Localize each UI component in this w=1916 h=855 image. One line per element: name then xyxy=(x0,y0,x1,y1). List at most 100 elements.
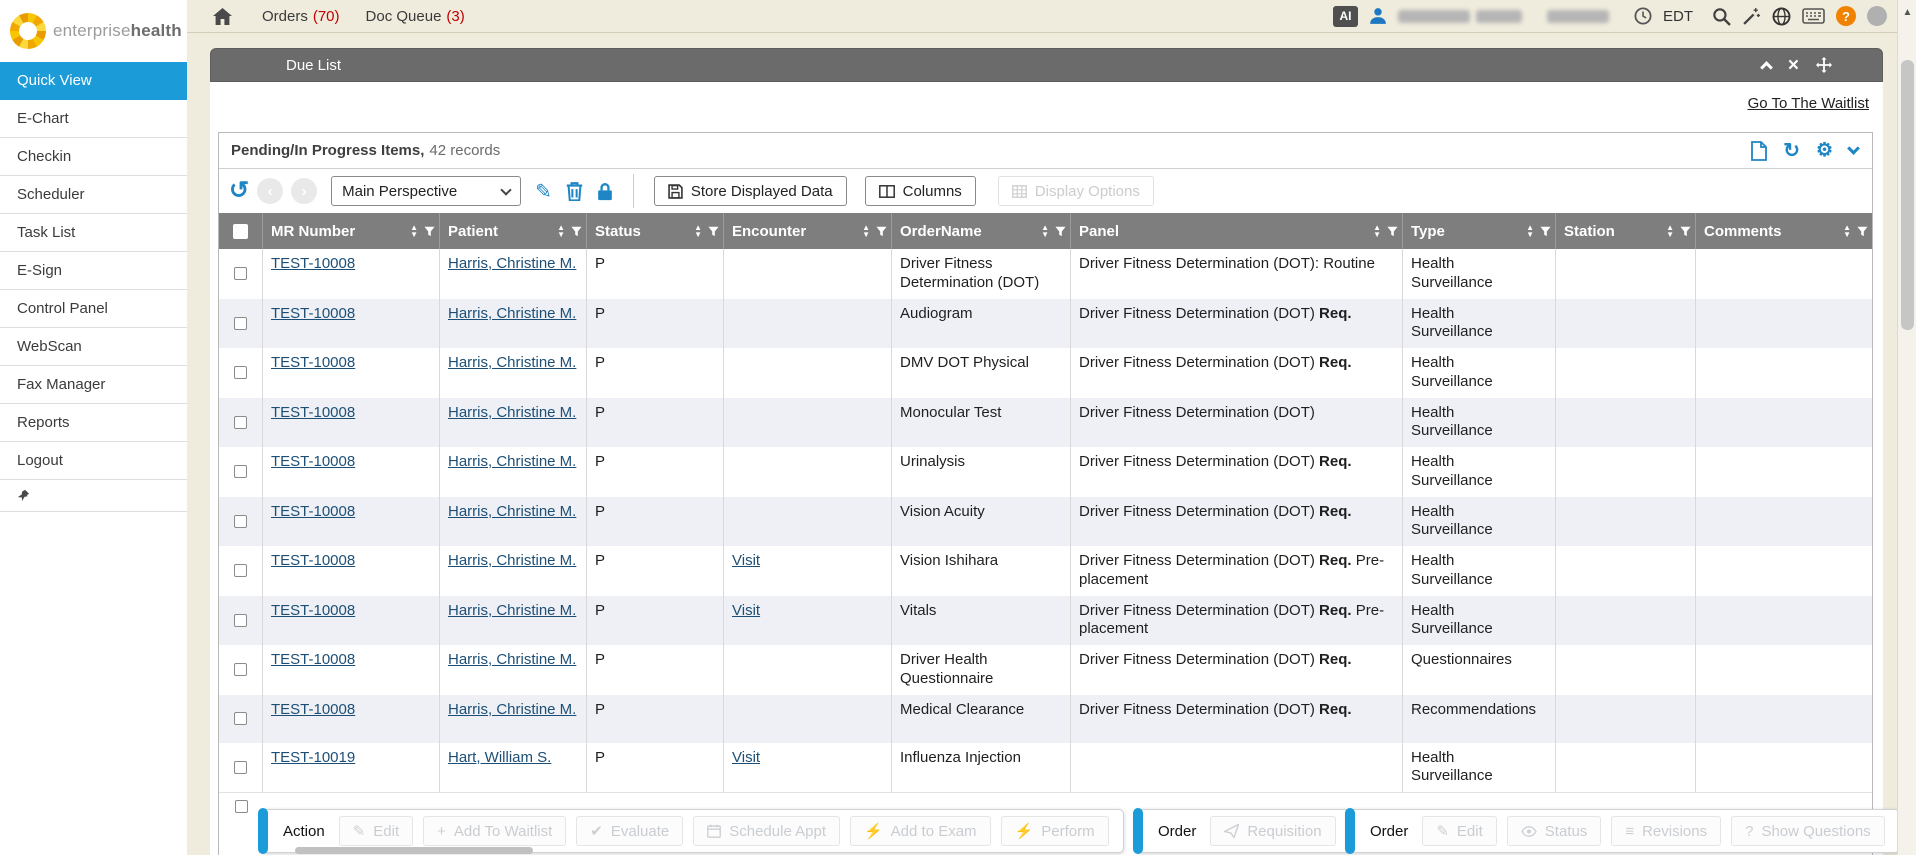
mr-number-link[interactable]: TEST-10008 xyxy=(271,552,355,569)
schedule-appt-button[interactable]: Schedule Appt xyxy=(693,816,840,846)
clock-icon[interactable] xyxy=(1634,7,1652,25)
undo-icon[interactable]: ↺ xyxy=(229,179,249,203)
status-button[interactable]: Status xyxy=(1507,816,1602,846)
patient-link[interactable]: Harris, Christine M. xyxy=(448,255,576,272)
mr-number-link[interactable]: TEST-10008 xyxy=(271,255,355,272)
filter-icon[interactable] xyxy=(708,226,719,237)
close-panel-icon[interactable]: × xyxy=(1788,56,1799,75)
filter-icon[interactable] xyxy=(424,226,435,237)
export-document-icon[interactable] xyxy=(1751,141,1767,161)
pin-icon[interactable] xyxy=(17,489,30,502)
sidebar-item-task-list[interactable]: Task List xyxy=(0,214,187,252)
mr-number-link[interactable]: TEST-10008 xyxy=(271,602,355,619)
filter-icon[interactable] xyxy=(876,226,887,237)
sidebar-item-reports[interactable]: Reports xyxy=(0,404,187,442)
sort-icon[interactable]: ▲▼ xyxy=(1526,224,1534,238)
add-to-exam-button[interactable]: ⚡Add to Exam xyxy=(850,816,991,846)
sort-icon[interactable]: ▲▼ xyxy=(410,224,418,238)
edit-button[interactable]: ✎Edit xyxy=(339,816,413,846)
patient-link[interactable]: Harris, Christine M. xyxy=(448,651,576,668)
keyboard-icon[interactable] xyxy=(1802,8,1825,24)
sort-icon[interactable]: ▲▼ xyxy=(1041,224,1049,238)
show-questions-button[interactable]: ?Show Questions xyxy=(1731,816,1885,846)
perspective-select[interactable]: Main Perspective xyxy=(331,176,521,206)
lock-perspective-icon[interactable] xyxy=(597,182,613,201)
sidebar-item-scheduler[interactable]: Scheduler xyxy=(0,176,187,214)
visit-link[interactable]: Visit xyxy=(732,602,760,619)
display-options-button[interactable]: Display Options xyxy=(998,176,1154,206)
mr-number-link[interactable]: TEST-10008 xyxy=(271,305,355,322)
avatar[interactable] xyxy=(1867,6,1887,26)
history-back-button[interactable]: ‹ xyxy=(257,178,283,204)
column-header-patient[interactable]: Patient▲▼ xyxy=(440,213,587,249)
row-checkbox[interactable] xyxy=(234,564,247,577)
sort-icon[interactable]: ▲▼ xyxy=(1666,224,1674,238)
mr-number-link[interactable]: TEST-10008 xyxy=(271,701,355,718)
patient-link[interactable]: Hart, William S. xyxy=(448,749,551,766)
refresh-icon[interactable]: ↻ xyxy=(1783,138,1800,163)
globe-icon[interactable] xyxy=(1772,7,1791,26)
row-checkbox[interactable] xyxy=(234,317,247,330)
mr-number-link[interactable]: TEST-10008 xyxy=(271,354,355,371)
patient-link[interactable]: Harris, Christine M. xyxy=(448,354,576,371)
filter-icon[interactable] xyxy=(1055,226,1066,237)
sort-icon[interactable]: ▲▼ xyxy=(1843,224,1851,238)
store-displayed-data-button[interactable]: Store Displayed Data xyxy=(654,176,847,206)
column-header-encounter[interactable]: Encounter▲▼ xyxy=(724,213,892,249)
nav-item-doc-queue[interactable]: Doc Queue(3) xyxy=(366,8,465,25)
settings-gear-icon[interactable]: ⚙ xyxy=(1816,139,1833,162)
patient-link[interactable]: Harris, Christine M. xyxy=(448,305,576,322)
filter-icon[interactable] xyxy=(571,226,582,237)
row-checkbox[interactable] xyxy=(234,267,247,280)
revisions-button[interactable]: ≡Revisions xyxy=(1611,816,1721,846)
home-icon[interactable] xyxy=(213,8,232,25)
patient-link[interactable]: Harris, Christine M. xyxy=(448,404,576,421)
visit-link[interactable]: Visit xyxy=(732,552,760,569)
vertical-scrollbar[interactable]: ▲ xyxy=(1897,0,1916,855)
sort-icon[interactable]: ▲▼ xyxy=(862,224,870,238)
column-header-comments[interactable]: Comments▲▼ xyxy=(1696,213,1872,249)
mr-number-link[interactable]: TEST-10008 xyxy=(271,453,355,470)
help-icon[interactable]: ? xyxy=(1836,6,1856,26)
row-checkbox[interactable] xyxy=(234,663,247,676)
sidebar-item-checkin[interactable]: Checkin xyxy=(0,138,187,176)
mr-number-link[interactable]: TEST-10008 xyxy=(271,503,355,520)
due-list-titlebar[interactable]: Due List × xyxy=(210,48,1883,82)
ai-badge[interactable]: AI xyxy=(1333,6,1358,27)
collapse-grid-icon[interactable] xyxy=(1847,142,1860,155)
patient-link[interactable]: Harris, Christine M. xyxy=(448,453,576,470)
row-checkbox[interactable] xyxy=(234,416,247,429)
column-header-type[interactable]: Type▲▼ xyxy=(1403,213,1556,249)
magic-wand-icon[interactable] xyxy=(1742,7,1761,26)
edit-perspective-icon[interactable]: ✎ xyxy=(535,179,552,204)
column-header-panel[interactable]: Panel▲▼ xyxy=(1071,213,1403,249)
row-checkbox[interactable] xyxy=(234,614,247,627)
column-header-station[interactable]: Station▲▼ xyxy=(1556,213,1696,249)
row-checkbox[interactable] xyxy=(234,515,247,528)
horizontal-scrollbar-thumb[interactable] xyxy=(295,847,533,854)
sidebar-item-e-sign[interactable]: E-Sign xyxy=(0,252,187,290)
add-to-waitlist-button[interactable]: +Add To Waitlist xyxy=(423,816,566,846)
sidebar-item-control-panel[interactable]: Control Panel xyxy=(0,290,187,328)
sort-icon[interactable]: ▲▼ xyxy=(1373,224,1381,238)
sidebar-item-e-chart[interactable]: E-Chart xyxy=(0,100,187,138)
row-checkbox[interactable] xyxy=(234,712,247,725)
column-header-mr-number[interactable]: MR Number▲▼ xyxy=(263,213,440,249)
column-header-status[interactable]: Status▲▼ xyxy=(587,213,724,249)
column-header-ordername[interactable]: OrderName▲▼ xyxy=(892,213,1071,249)
edit-button[interactable]: ✎Edit xyxy=(1422,816,1496,846)
patient-link[interactable]: Harris, Christine M. xyxy=(448,602,576,619)
search-icon[interactable] xyxy=(1712,7,1731,26)
collapse-panel-icon[interactable] xyxy=(1760,61,1773,74)
mr-number-link[interactable]: TEST-10008 xyxy=(271,404,355,421)
filter-icon[interactable] xyxy=(1857,226,1868,237)
sidebar-item-logout[interactable]: Logout xyxy=(0,442,187,480)
delete-perspective-icon[interactable] xyxy=(566,182,583,201)
filter-icon[interactable] xyxy=(1680,226,1691,237)
sidebar-item-fax-manager[interactable]: Fax Manager xyxy=(0,366,187,404)
sidebar-item-webscan[interactable]: WebScan xyxy=(0,328,187,366)
row-checkbox[interactable] xyxy=(234,761,247,774)
requisition-button[interactable]: Requisition xyxy=(1210,816,1335,846)
move-panel-icon[interactable] xyxy=(1816,57,1832,73)
patient-link[interactable]: Harris, Christine M. xyxy=(448,552,576,569)
